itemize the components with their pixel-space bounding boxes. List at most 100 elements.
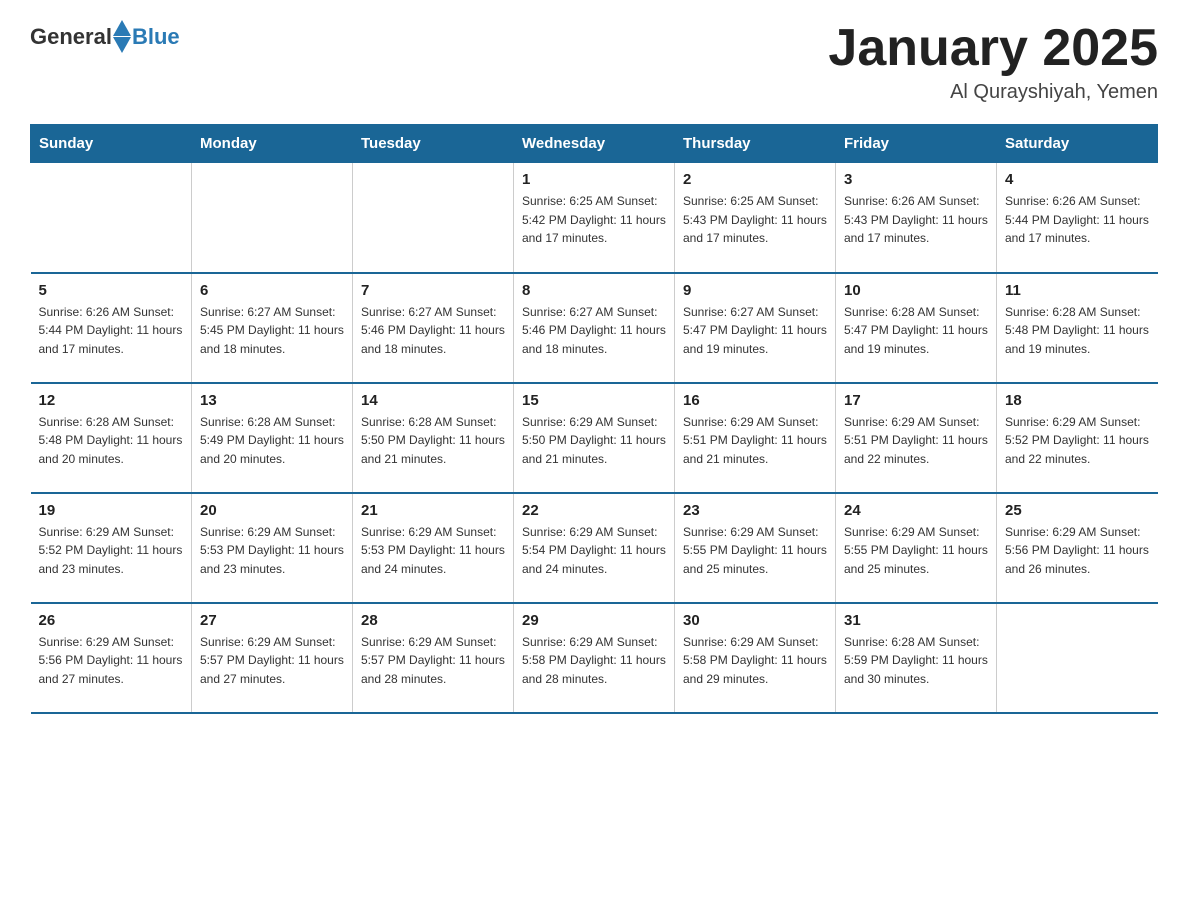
calendar-cell: 13 Sunrise: 6:28 AM Sunset: 5:49 PM Dayli… (192, 383, 353, 493)
day-info: Sunrise: 6:29 AM Sunset: 5:54 PM Dayligh… (522, 523, 666, 579)
day-info: Sunrise: 6:29 AM Sunset: 5:53 PM Dayligh… (361, 523, 505, 579)
week-row-5: 26 Sunrise: 6:29 AM Sunset: 5:56 PM Dayli… (31, 603, 1158, 713)
day-info: Sunrise: 6:29 AM Sunset: 5:55 PM Dayligh… (844, 523, 988, 579)
day-number: 14 (361, 392, 505, 409)
day-info: Sunrise: 6:28 AM Sunset: 5:59 PM Dayligh… (844, 633, 988, 689)
day-info: Sunrise: 6:27 AM Sunset: 5:46 PM Dayligh… (522, 303, 666, 359)
header-cell-friday: Friday (836, 125, 997, 163)
calendar-cell: 1Sunrise: 6:25 AM Sunset: 5:42 PM Daylig… (514, 163, 675, 273)
day-number: 8 (522, 282, 666, 299)
day-number: 29 (522, 612, 666, 629)
calendar-cell: 5 Sunrise: 6:26 AM Sunset: 5:44 PM Daylig… (31, 273, 192, 383)
calendar-cell: 9 Sunrise: 6:27 AM Sunset: 5:47 PM Daylig… (675, 273, 836, 383)
page-header: General Blue January 2025 Al Qurayshiyah… (30, 20, 1158, 104)
calendar-cell: 24 Sunrise: 6:29 AM Sunset: 5:55 PM Dayli… (836, 493, 997, 603)
day-info: Sunrise: 6:29 AM Sunset: 5:51 PM Dayligh… (683, 413, 827, 469)
day-number: 31 (844, 612, 988, 629)
title-block: January 2025 Al Qurayshiyah, Yemen (828, 20, 1158, 104)
calendar-cell: 29 Sunrise: 6:29 AM Sunset: 5:58 PM Dayli… (514, 603, 675, 713)
calendar-cell: 31 Sunrise: 6:28 AM Sunset: 5:59 PM Dayli… (836, 603, 997, 713)
day-number: 24 (844, 502, 988, 519)
calendar-cell: 2 Sunrise: 6:25 AM Sunset: 5:43 PM Daylig… (675, 163, 836, 273)
day-info: Sunrise: 6:29 AM Sunset: 5:51 PM Dayligh… (844, 413, 988, 469)
calendar-cell: 4 Sunrise: 6:26 AM Sunset: 5:44 PM Daylig… (997, 163, 1158, 273)
day-number: 30 (683, 612, 827, 629)
day-info: Sunrise: 6:28 AM Sunset: 5:49 PM Dayligh… (200, 413, 344, 469)
calendar-header: SundayMondayTuesdayWednesdayThursdayFrid… (31, 125, 1158, 163)
calendar-body: 1Sunrise: 6:25 AM Sunset: 5:42 PM Daylig… (31, 163, 1158, 713)
day-info: Sunrise: 6:26 AM Sunset: 5:44 PM Dayligh… (1005, 192, 1150, 248)
calendar-cell: 6Sunrise: 6:27 AM Sunset: 5:45 PM Daylig… (192, 273, 353, 383)
day-number: 7 (361, 282, 505, 299)
day-info: Sunrise: 6:29 AM Sunset: 5:55 PM Dayligh… (683, 523, 827, 579)
day-number: 9 (683, 282, 827, 299)
calendar-cell: 16 Sunrise: 6:29 AM Sunset: 5:51 PM Dayli… (675, 383, 836, 493)
header-cell-saturday: Saturday (997, 125, 1158, 163)
calendar-cell: 26 Sunrise: 6:29 AM Sunset: 5:56 PM Dayli… (31, 603, 192, 713)
week-row-2: 5 Sunrise: 6:26 AM Sunset: 5:44 PM Daylig… (31, 273, 1158, 383)
day-number: 2 (683, 171, 827, 188)
calendar-cell: 15 Sunrise: 6:29 AM Sunset: 5:50 PM Dayli… (514, 383, 675, 493)
header-row: SundayMondayTuesdayWednesdayThursdayFrid… (31, 125, 1158, 163)
day-number: 3 (844, 171, 988, 188)
day-info: Sunrise: 6:29 AM Sunset: 5:50 PM Dayligh… (522, 413, 666, 469)
day-number: 19 (39, 502, 184, 519)
day-info: Sunrise: 6:29 AM Sunset: 5:58 PM Dayligh… (683, 633, 827, 689)
day-number: 15 (522, 392, 666, 409)
location: Al Qurayshiyah, Yemen (828, 81, 1158, 104)
calendar-cell (192, 163, 353, 273)
calendar-cell: 18Sunrise: 6:29 AM Sunset: 5:52 PM Dayli… (997, 383, 1158, 493)
day-info: Sunrise: 6:27 AM Sunset: 5:45 PM Dayligh… (200, 303, 344, 359)
day-info: Sunrise: 6:27 AM Sunset: 5:46 PM Dayligh… (361, 303, 505, 359)
day-info: Sunrise: 6:26 AM Sunset: 5:44 PM Dayligh… (39, 303, 184, 359)
week-row-1: 1Sunrise: 6:25 AM Sunset: 5:42 PM Daylig… (31, 163, 1158, 273)
day-number: 4 (1005, 171, 1150, 188)
calendar-cell: 8 Sunrise: 6:27 AM Sunset: 5:46 PM Daylig… (514, 273, 675, 383)
logo-text-blue: Blue (132, 24, 180, 50)
day-number: 11 (1005, 282, 1150, 299)
day-info: Sunrise: 6:29 AM Sunset: 5:52 PM Dayligh… (39, 523, 184, 579)
day-info: Sunrise: 6:27 AM Sunset: 5:47 PM Dayligh… (683, 303, 827, 359)
day-info: Sunrise: 6:29 AM Sunset: 5:56 PM Dayligh… (39, 633, 184, 689)
header-cell-monday: Monday (192, 125, 353, 163)
calendar-cell: 23 Sunrise: 6:29 AM Sunset: 5:55 PM Dayli… (675, 493, 836, 603)
day-number: 16 (683, 392, 827, 409)
day-number: 21 (361, 502, 505, 519)
day-info: Sunrise: 6:28 AM Sunset: 5:50 PM Dayligh… (361, 413, 505, 469)
calendar-cell: 28Sunrise: 6:29 AM Sunset: 5:57 PM Dayli… (353, 603, 514, 713)
calendar-cell: 21 Sunrise: 6:29 AM Sunset: 5:53 PM Dayli… (353, 493, 514, 603)
day-number: 25 (1005, 502, 1150, 519)
calendar-cell (31, 163, 192, 273)
header-cell-wednesday: Wednesday (514, 125, 675, 163)
day-info: Sunrise: 6:25 AM Sunset: 5:43 PM Dayligh… (683, 192, 827, 248)
day-number: 5 (39, 282, 184, 299)
calendar-cell: 10Sunrise: 6:28 AM Sunset: 5:47 PM Dayli… (836, 273, 997, 383)
day-info: Sunrise: 6:28 AM Sunset: 5:47 PM Dayligh… (844, 303, 988, 359)
calendar-cell: 19 Sunrise: 6:29 AM Sunset: 5:52 PM Dayli… (31, 493, 192, 603)
day-number: 26 (39, 612, 184, 629)
day-info: Sunrise: 6:29 AM Sunset: 5:53 PM Dayligh… (200, 523, 344, 579)
day-info: Sunrise: 6:29 AM Sunset: 5:56 PM Dayligh… (1005, 523, 1150, 579)
day-number: 23 (683, 502, 827, 519)
calendar-cell: 7 Sunrise: 6:27 AM Sunset: 5:46 PM Daylig… (353, 273, 514, 383)
day-info: Sunrise: 6:26 AM Sunset: 5:43 PM Dayligh… (844, 192, 988, 248)
header-cell-thursday: Thursday (675, 125, 836, 163)
day-number: 18 (1005, 392, 1150, 409)
header-cell-sunday: Sunday (31, 125, 192, 163)
logo: General Blue (30, 20, 180, 53)
calendar-cell (353, 163, 514, 273)
day-number: 1 (522, 171, 666, 188)
calendar-cell: 17Sunrise: 6:29 AM Sunset: 5:51 PM Dayli… (836, 383, 997, 493)
day-number: 27 (200, 612, 344, 629)
day-info: Sunrise: 6:29 AM Sunset: 5:57 PM Dayligh… (361, 633, 505, 689)
logo-text-general: General (30, 24, 112, 50)
calendar-table: SundayMondayTuesdayWednesdayThursdayFrid… (30, 124, 1158, 714)
calendar-cell (997, 603, 1158, 713)
calendar-cell: 3 Sunrise: 6:26 AM Sunset: 5:43 PM Daylig… (836, 163, 997, 273)
day-number: 13 (200, 392, 344, 409)
day-info: Sunrise: 6:29 AM Sunset: 5:58 PM Dayligh… (522, 633, 666, 689)
calendar-cell: 14 Sunrise: 6:28 AM Sunset: 5:50 PM Dayli… (353, 383, 514, 493)
week-row-4: 19 Sunrise: 6:29 AM Sunset: 5:52 PM Dayli… (31, 493, 1158, 603)
day-info: Sunrise: 6:28 AM Sunset: 5:48 PM Dayligh… (39, 413, 184, 469)
day-number: 20 (200, 502, 344, 519)
